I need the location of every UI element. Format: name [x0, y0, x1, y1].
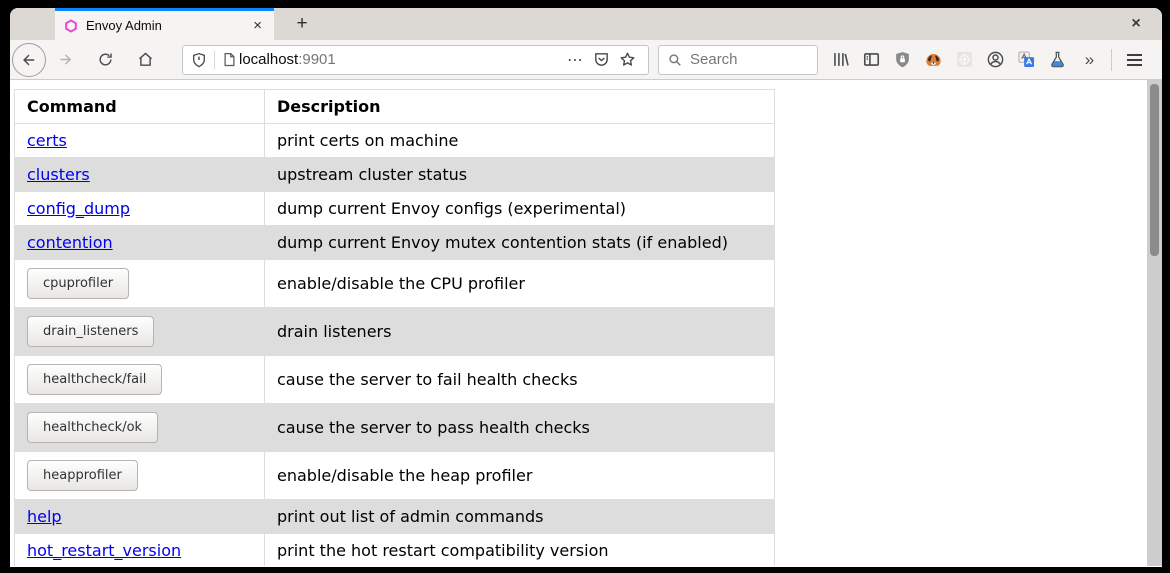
vertical-scrollbar[interactable] — [1147, 80, 1162, 566]
command-link[interactable]: hot_restart_version — [27, 541, 181, 560]
command-link[interactable]: config_dump — [27, 199, 130, 218]
account-icon — [986, 50, 1005, 69]
home-icon — [137, 51, 154, 68]
command-link[interactable]: help — [27, 507, 62, 526]
shield-lock-extension-button[interactable] — [887, 45, 918, 75]
column-header-command: Command — [15, 90, 265, 124]
search-icon — [668, 53, 682, 67]
tab-close-icon[interactable]: × — [250, 18, 265, 33]
tab-envoy-admin[interactable]: Envoy Admin × — [55, 8, 274, 40]
command-button[interactable]: heapprofiler — [27, 460, 138, 491]
disabled-extension-button[interactable] — [949, 45, 980, 75]
command-table: Command Description certs print certs on… — [14, 89, 775, 566]
url-port: :9901 — [298, 51, 336, 68]
translate-extension-icon — [1017, 50, 1036, 69]
address-bar[interactable]: localhost:9901 ⋯ — [182, 45, 649, 75]
translate-extension-button[interactable] — [1011, 45, 1042, 75]
reload-icon — [97, 51, 114, 68]
table-header-row: Command Description — [15, 90, 775, 124]
home-button[interactable] — [130, 45, 160, 75]
envoy-favicon-icon — [64, 19, 78, 33]
urlbar-separator — [214, 51, 215, 69]
overflow-button[interactable]: » — [1073, 45, 1104, 75]
table-row: clusters upstream cluster status — [15, 158, 775, 192]
new-tab-button[interactable]: + — [288, 11, 316, 37]
library-icon — [831, 50, 850, 69]
toolbar-icons: » — [825, 45, 1150, 75]
badger-extension-icon — [924, 50, 943, 69]
command-description: cause the server to pass health checks — [265, 404, 775, 452]
page-icon[interactable] — [222, 52, 237, 67]
menu-icon — [1127, 54, 1142, 56]
table-row: healthcheck/fail cause the server to fai… — [15, 356, 775, 404]
back-icon — [20, 51, 38, 69]
search-placeholder: Search — [690, 51, 738, 68]
command-description: print out list of admin commands — [265, 500, 775, 534]
menu-button[interactable] — [1119, 45, 1150, 75]
back-button[interactable] — [12, 43, 46, 77]
command-description: enable/disable the CPU profiler — [265, 260, 775, 308]
pocket-icon[interactable] — [588, 47, 614, 73]
url-text: localhost:9901 — [239, 51, 336, 68]
sidebar-icon — [862, 50, 881, 69]
account-button[interactable] — [980, 45, 1011, 75]
library-button[interactable] — [825, 45, 856, 75]
command-table-body: certs print certs on machine clusters up… — [15, 124, 775, 567]
table-row: heapprofiler enable/disable the heap pro… — [15, 452, 775, 500]
table-row: healthcheck/ok cause the server to pass … — [15, 404, 775, 452]
command-description: cause the server to fail health checks — [265, 356, 775, 404]
command-description: print certs on machine — [265, 124, 775, 158]
command-description: dump current Envoy mutex contention stat… — [265, 226, 775, 260]
window-close-button[interactable]: × — [1124, 12, 1148, 36]
flask-extension-button[interactable] — [1042, 45, 1073, 75]
command-description: print the hot restart compatibility vers… — [265, 534, 775, 567]
command-button[interactable]: drain_listeners — [27, 316, 154, 347]
command-link[interactable]: contention — [27, 233, 113, 252]
table-row: certs print certs on machine — [15, 124, 775, 158]
table-row: drain_listeners drain listeners — [15, 308, 775, 356]
reload-button[interactable] — [90, 45, 120, 75]
sidebar-button[interactable] — [856, 45, 887, 75]
tab-bar: Envoy Admin × + × — [10, 8, 1162, 40]
badger-extension-button[interactable] — [918, 45, 949, 75]
column-header-description: Description — [265, 90, 775, 124]
url-host: localhost — [239, 51, 298, 68]
navigation-toolbar: localhost:9901 ⋯ Search — [10, 40, 1162, 80]
command-button[interactable]: cpuprofiler — [27, 268, 129, 299]
page-content: Command Description certs print certs on… — [10, 80, 1162, 566]
page-actions-icon[interactable]: ⋯ — [562, 47, 588, 73]
shield-permissions-icon[interactable] — [191, 52, 207, 68]
flask-extension-icon — [1048, 50, 1067, 69]
command-description: dump current Envoy configs (experimental… — [265, 192, 775, 226]
forward-button[interactable] — [50, 45, 80, 75]
command-button[interactable]: healthcheck/ok — [27, 412, 158, 443]
table-row: help print out list of admin commands — [15, 500, 775, 534]
tab-title: Envoy Admin — [86, 18, 250, 33]
table-row: cpuprofiler enable/disable the CPU profi… — [15, 260, 775, 308]
table-row: config_dump dump current Envoy configs (… — [15, 192, 775, 226]
command-description: upstream cluster status — [265, 158, 775, 192]
command-description: enable/disable the heap profiler — [265, 452, 775, 500]
browser-window: Envoy Admin × + × localhost:9901 ⋯ — [10, 8, 1162, 567]
scrollbar-thumb[interactable] — [1150, 84, 1159, 256]
command-link[interactable]: clusters — [27, 165, 90, 184]
search-bar[interactable]: Search — [658, 45, 818, 75]
overflow-chevron-icon: » — [1085, 50, 1092, 70]
shield-lock-extension-icon — [893, 50, 912, 69]
command-link[interactable]: certs — [27, 131, 67, 150]
disabled-extension-icon — [955, 50, 974, 69]
forward-icon — [57, 51, 74, 68]
toolbar-separator — [1111, 49, 1112, 71]
bookmark-star-icon[interactable] — [614, 47, 640, 73]
command-button[interactable]: healthcheck/fail — [27, 364, 162, 395]
table-row: contention dump current Envoy mutex cont… — [15, 226, 775, 260]
command-description: drain listeners — [265, 308, 775, 356]
table-row: hot_restart_version print the hot restar… — [15, 534, 775, 567]
